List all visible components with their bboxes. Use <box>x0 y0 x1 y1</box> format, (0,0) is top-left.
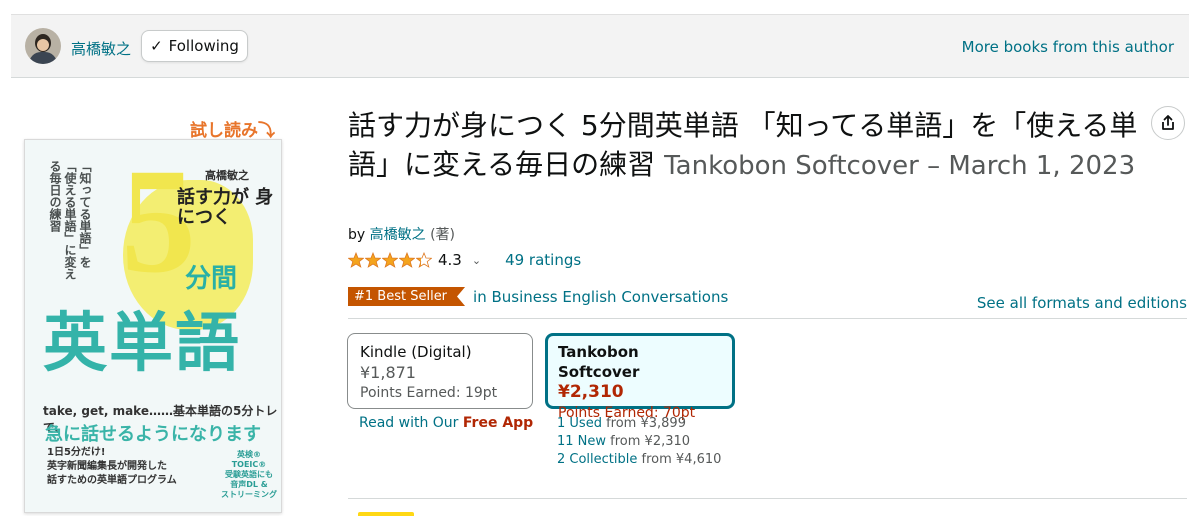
look-inside-link[interactable]: 試し読み⤵ <box>190 116 275 141</box>
cover-minutes: 分間 <box>185 264 238 294</box>
star-icon <box>382 252 398 268</box>
best-seller-badge[interactable]: #1 Best Seller <box>348 287 465 306</box>
share-icon <box>1162 115 1174 130</box>
by-label: by <box>348 227 366 243</box>
cover-line: 英字新聞編集長が開発した <box>47 461 167 472</box>
cover-side-note: 英検® TOEIC® 受験英語にも 音声DL & ストリーミング <box>221 450 277 500</box>
star-icon <box>399 252 415 268</box>
bestseller-row: #1 Best Seller in Business English Conve… <box>348 287 728 306</box>
cover-side-line: 音声DL & <box>230 480 268 489</box>
read-with-label: Read with Our <box>359 415 459 431</box>
following-button[interactable]: ✓ Following <box>141 30 248 62</box>
share-button[interactable] <box>1151 106 1185 140</box>
star-icon <box>348 252 364 268</box>
ratings-count-link[interactable]: 49 ratings <box>505 251 581 269</box>
product-title: 話す力が身につく 5分間英単語 「知ってる単語」を「使える単語」に変える毎日の練… <box>348 106 1156 186</box>
cover-side-line: ストリーミング <box>221 490 277 499</box>
author-follow-bar: 高橋敏之 ✓ Following More books from this au… <box>11 14 1189 78</box>
author-avatar[interactable] <box>25 28 61 64</box>
star-icon <box>416 252 432 268</box>
free-app-label: Free App <box>462 415 534 431</box>
offer-from: from ¥4,610 <box>641 452 722 467</box>
avatar-body <box>29 52 57 64</box>
author-name-link[interactable]: 高橋敏之 <box>71 38 131 59</box>
offer-collectible: 2 Collectible from ¥4,610 <box>557 451 721 469</box>
cover-side-line: 英検® <box>237 450 261 459</box>
cover-lines: 1日5分だけ! 英字新聞編集長が開発した 話すための英単語プログラム <box>47 446 177 488</box>
buy-box-edge <box>358 512 414 516</box>
cover-vertical-text: 「知ってる単語」を「使える単語」に変える毎日の練習 <box>48 160 92 280</box>
offer-link[interactable]: 11 New <box>557 434 606 449</box>
cover-side-line: TOEIC® <box>231 460 267 469</box>
other-offers: 1 Used from ¥3,899 11 New from ¥2,310 2 … <box>557 415 721 469</box>
offer-used: 1 Used from ¥3,899 <box>557 415 721 433</box>
cover-big-line: 急に話せるようになります <box>45 424 261 445</box>
author-link[interactable]: 高橋敏之 <box>370 227 426 243</box>
cover-line: 話すための英単語プログラム <box>47 475 177 486</box>
divider <box>348 318 1187 319</box>
read-with-app-link[interactable]: Read with Our Free App <box>359 415 533 431</box>
format-price: ¥1,871 <box>360 363 416 382</box>
format-name: Kindle (Digital) <box>360 343 472 361</box>
offer-link[interactable]: 2 Collectible <box>557 452 637 467</box>
following-label: Following <box>168 37 239 55</box>
check-icon: ✓ <box>150 37 163 55</box>
byline: by 高橋敏之 (著) <box>348 224 455 244</box>
avatar-face <box>37 39 49 51</box>
chevron-down-icon[interactable]: ⌄ <box>472 254 481 267</box>
offer-new: 11 New from ¥2,310 <box>557 433 721 451</box>
rating-value[interactable]: 4.3 <box>438 251 462 269</box>
ratings-row: 4.3 ⌄ 49 ratings <box>348 250 581 270</box>
book-cover-image[interactable]: 5 「知ってる単語」を「使える単語」に変える毎日の練習 高橋敏之 話す力が 身に… <box>24 139 282 513</box>
star-rating[interactable] <box>348 252 432 268</box>
see-all-formats-link[interactable]: See all formats and editions <box>977 294 1187 312</box>
format-swatch-kindle[interactable]: Kindle (Digital) ¥1,871 Points Earned: 1… <box>347 333 533 409</box>
divider <box>348 498 1187 499</box>
star-icon <box>365 252 381 268</box>
format-name: Tankobon Softcover <box>558 343 640 381</box>
offer-from: from ¥3,899 <box>606 416 686 431</box>
offer-from: from ¥2,310 <box>610 434 691 449</box>
cover-subtitle: 話す力が 身につく <box>177 187 274 228</box>
cover-side-line: 受験英語にも <box>225 470 273 479</box>
more-books-link[interactable]: More books from this author <box>962 38 1174 56</box>
cover-author: 高橋敏之 <box>205 169 249 182</box>
offer-link[interactable]: 1 Used <box>557 416 602 431</box>
format-swatch-tankobon-selected[interactable]: Tankobon Softcover ¥2,310 Points Earned:… <box>545 333 735 421</box>
author-role: (著) <box>430 227 456 243</box>
bestseller-category-link[interactable]: in Business English Conversations <box>473 288 728 306</box>
format-price: ¥2,310 <box>558 382 624 402</box>
cover-main-title: 英単語 <box>43 307 241 381</box>
format-points: Points Earned: 19pt <box>360 385 498 401</box>
cover-line: 1日5分だけ! <box>47 447 106 458</box>
product-binding: Tankobon Softcover – March 1, 2023 <box>664 151 1136 181</box>
